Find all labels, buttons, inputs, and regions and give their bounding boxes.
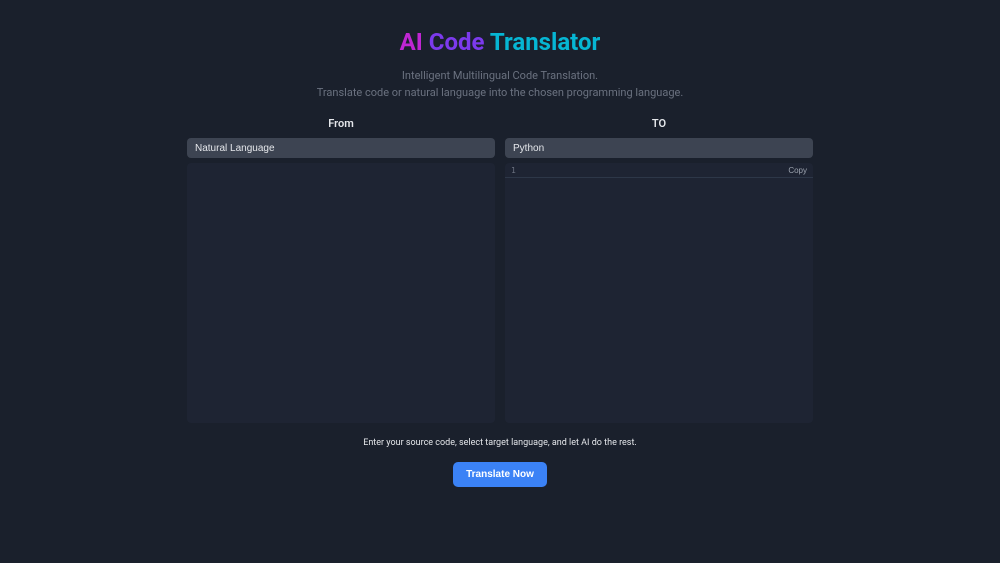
to-panel: TO Python 1 Copy [505,117,813,423]
line-number: 1 [511,166,516,175]
panels-container: From Natural Language TO Python 1 Copy [187,117,813,423]
output-header: 1 Copy [505,163,813,178]
title-ai: AI [400,28,423,56]
title-translator: Translator [490,28,600,56]
subtitle: Intelligent Multilingual Code Translatio… [317,68,684,101]
copy-button[interactable]: Copy [788,166,807,175]
from-language-select[interactable]: Natural Language [187,138,495,158]
translate-button[interactable]: Translate Now [453,462,547,487]
from-label: From [187,117,495,130]
to-language-select[interactable]: Python [505,138,813,158]
page-title: AI Code Translator [400,28,601,56]
instruction-text: Enter your source code, select target la… [363,438,637,448]
subtitle-line2: Translate code or natural language into … [317,85,684,102]
output-box: 1 Copy [505,163,813,423]
to-label: TO [505,117,813,130]
source-input[interactable] [187,163,495,423]
from-panel: From Natural Language [187,117,495,423]
subtitle-line1: Intelligent Multilingual Code Translatio… [317,68,684,85]
title-code: Code [429,28,485,56]
